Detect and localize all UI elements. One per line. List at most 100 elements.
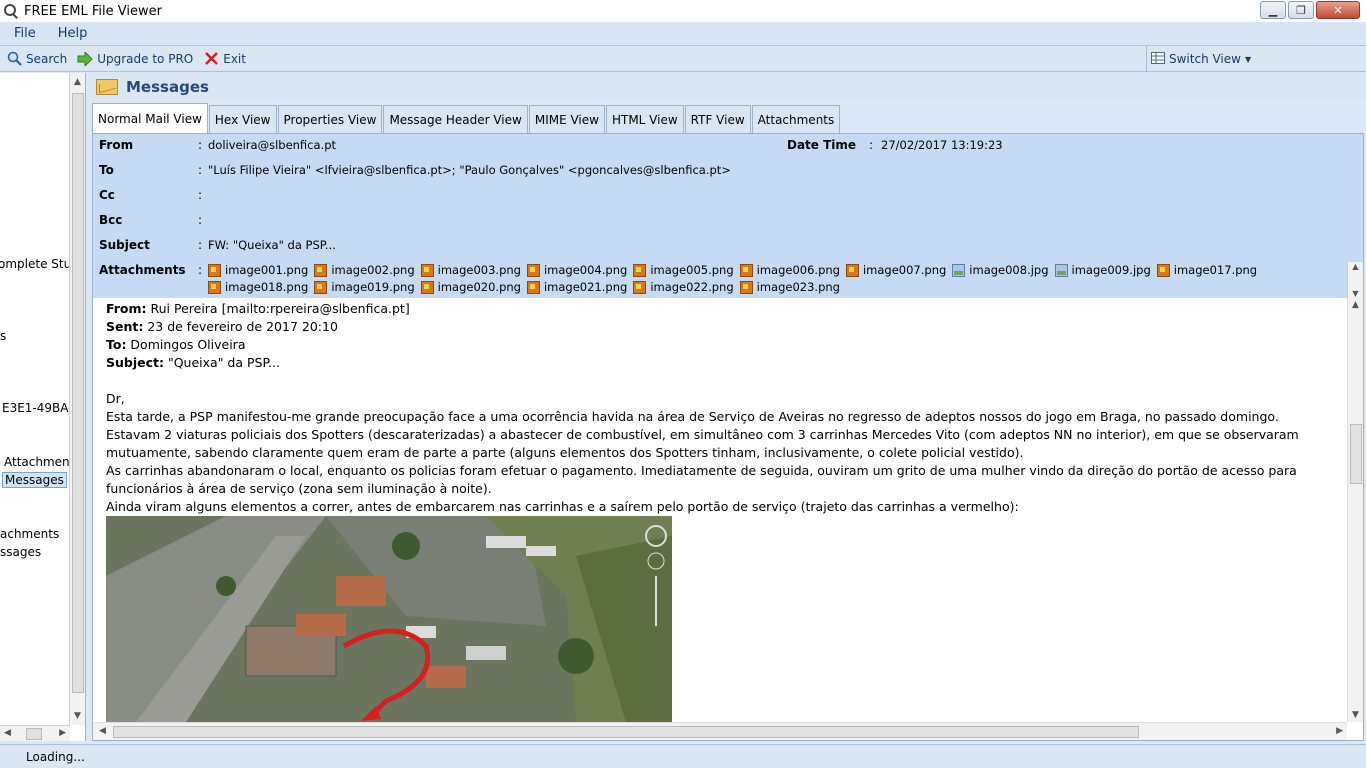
attachment-name: image020.png — [437, 280, 521, 294]
attachment-item[interactable]: image001.png — [208, 263, 308, 277]
attachment-item[interactable]: image006.png — [739, 263, 840, 277]
minimize-button[interactable]: ▁ — [1260, 1, 1286, 19]
maximize-button[interactable]: ❐ — [1288, 1, 1314, 19]
png-file-icon — [208, 263, 221, 277]
tab-normal-mail-view[interactable]: Normal Mail View — [92, 103, 208, 133]
from-label: From — [99, 138, 134, 152]
scroll-down-icon[interactable]: ▼ — [1352, 289, 1358, 298]
body-vertical-scrollbar[interactable]: ▲ ▼ — [1347, 298, 1363, 722]
messages-title: Messages — [126, 78, 209, 96]
scroll-right-icon[interactable]: ▶ — [59, 728, 66, 738]
attachment-name: image008.jpg — [969, 263, 1049, 277]
png-file-icon — [526, 263, 540, 277]
scroll-up-icon[interactable]: ▲ — [1352, 300, 1359, 310]
body-from-value: Rui Pereira [mailto:rpereira@slbenfica.p… — [146, 301, 410, 316]
attachment-item[interactable]: image017.png — [1156, 263, 1258, 277]
tree-item[interactable]: Attachment — [4, 455, 74, 469]
separator: : — [198, 238, 203, 252]
scroll-down-icon[interactable]: ▼ — [1352, 710, 1359, 720]
tree-item-messages-selected[interactable]: Messages — [2, 472, 67, 488]
tree-item[interactable]: omplete Stud — [0, 257, 79, 271]
attachment-item[interactable]: image020.png — [420, 280, 521, 294]
search-label: Search — [26, 51, 68, 66]
left-horizontal-scrollbar[interactable]: ◀ ▶ — [0, 725, 70, 741]
from-value: doliveira@slbenfica.pt — [208, 138, 337, 152]
separator: : — [198, 213, 203, 227]
body-paragraph: As carrinhas abandonaram o local, enquan… — [106, 463, 1297, 496]
body-subject-line: Subject: "Queixa" da PSP... — [106, 354, 1341, 372]
attachment-list: image001.png image002.png image003.png imag… — [208, 263, 1338, 294]
body-sent-label: Sent: — [106, 319, 144, 334]
attachment-name: image019.png — [331, 280, 415, 294]
attachment-name: image023.png — [756, 280, 840, 294]
separator: : — [198, 188, 203, 202]
scroll-left-icon[interactable]: ◀ — [99, 726, 106, 736]
scroll-up-icon[interactable]: ▲ — [74, 77, 81, 87]
attachment-item[interactable]: image005.png — [633, 263, 734, 277]
scroll-thumb[interactable] — [72, 93, 84, 693]
attachment-item[interactable]: image004.png — [526, 263, 628, 277]
attachment-item[interactable]: image002.png — [314, 263, 415, 277]
png-file-icon — [633, 280, 647, 294]
body-to-label: To: — [106, 337, 127, 352]
attachment-item[interactable]: image021.png — [526, 280, 627, 294]
png-file-icon — [314, 263, 328, 277]
search-button[interactable]: Search — [2, 51, 71, 67]
search-icon — [6, 51, 22, 67]
scroll-right-icon[interactable]: ▶ — [1336, 726, 1343, 736]
attachment-name: image007.png — [862, 263, 947, 277]
menu-help[interactable]: Help — [50, 26, 96, 41]
scroll-thumb[interactable] — [113, 726, 1139, 738]
scroll-thumb[interactable] — [1350, 424, 1362, 484]
attachment-name: image022.png — [650, 280, 734, 294]
tree-item[interactable]: achments — [0, 527, 59, 541]
envelope-icon — [96, 79, 118, 95]
body-to-value: Domingos Oliveira — [126, 337, 246, 352]
scroll-left-icon[interactable]: ◀ — [4, 728, 11, 738]
tab-attachments[interactable]: Attachments — [751, 105, 841, 133]
menu-file[interactable]: File — [6, 26, 44, 41]
tree-item[interactable]: ssages — [0, 545, 41, 559]
attachment-name: image004.png — [543, 263, 628, 277]
tab-mime-view[interactable]: MIME View — [528, 105, 605, 133]
switch-view-button[interactable]: Switch View ▼ — [1146, 46, 1362, 72]
close-button[interactable]: ✕ — [1316, 1, 1360, 19]
message-body: From: Rui Pereira [mailto:rpereira@slben… — [93, 298, 1347, 722]
title-bar: FREE EML File Viewer ▁ ❐ ✕ — [0, 0, 1366, 22]
separator: : — [198, 138, 203, 152]
status-bar: Loading... — [0, 744, 1366, 768]
to-label: To — [99, 163, 114, 177]
tab-rtf-view[interactable]: RTF View — [684, 105, 751, 133]
attachment-name: image017.png — [1173, 263, 1258, 277]
attachment-item[interactable]: image003.png — [420, 263, 521, 277]
left-vertical-scrollbar[interactable]: ▲ ▼ — [69, 73, 85, 725]
tab-hex-view[interactable]: Hex View — [208, 105, 277, 133]
attachment-item[interactable]: image008.jpg — [952, 263, 1049, 277]
attachment-item[interactable]: image018.png — [208, 280, 308, 294]
body-horizontal-scrollbar[interactable]: ◀ ▶ — [93, 722, 1347, 740]
png-file-icon — [420, 280, 434, 294]
view-tabs: Normal Mail View Hex View Properties Vie… — [92, 103, 841, 133]
attachment-name: image001.png — [225, 263, 309, 277]
scroll-down-icon[interactable]: ▼ — [74, 711, 81, 721]
body-paragraph: Ainda viram alguns elementos a correr, a… — [106, 499, 1019, 514]
attachments-scrollbar[interactable]: ▲ ▼ — [1347, 262, 1363, 298]
tree-item[interactable]: s — [0, 329, 6, 343]
attachment-item[interactable]: image022.png — [633, 280, 734, 294]
attachment-item[interactable]: image019.png — [314, 280, 415, 294]
attachment-name: image006.png — [756, 263, 840, 277]
attachment-item[interactable]: image009.jpg — [1054, 263, 1151, 277]
png-file-icon — [420, 263, 434, 277]
tab-message-header-view[interactable]: Message Header View — [383, 105, 528, 133]
tab-properties-view[interactable]: Properties View — [277, 105, 383, 133]
scroll-up-icon[interactable]: ▲ — [1352, 262, 1358, 271]
upgrade-button[interactable]: Upgrade to PRO — [73, 51, 197, 67]
exit-button[interactable]: Exit — [199, 51, 250, 67]
tab-html-view[interactable]: HTML View — [605, 105, 684, 133]
body-subject-value: "Queixa" da PSP... — [164, 355, 280, 370]
attachment-item[interactable]: image007.png — [845, 263, 947, 277]
attachment-item[interactable]: image023.png — [739, 280, 840, 294]
scroll-thumb[interactable] — [26, 728, 42, 740]
attachment-name: image009.jpg — [1071, 263, 1151, 277]
exit-label: Exit — [223, 51, 246, 66]
